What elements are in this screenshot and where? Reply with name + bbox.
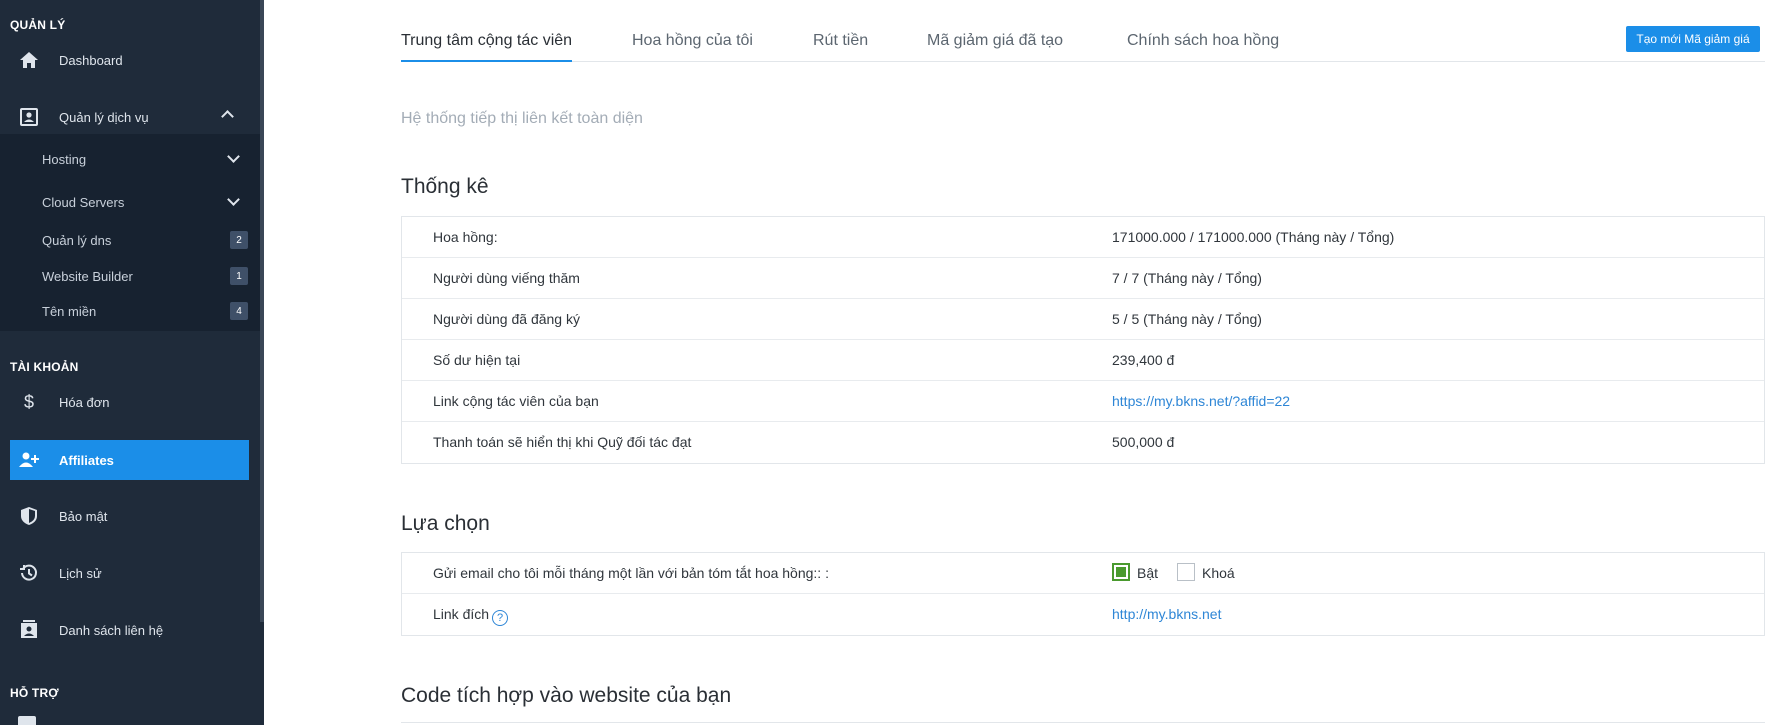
add-user-icon <box>18 449 40 471</box>
table-row: Người dùng đã đăng ký 5 / 5 (Tháng này /… <box>402 299 1764 340</box>
shield-icon <box>18 505 40 527</box>
section-title-support: HỖ TRỢ <box>10 686 59 700</box>
table-row: Link đích? http://my.bkns.net <box>402 594 1764 635</box>
count-badge: 2 <box>230 231 248 249</box>
affiliate-link[interactable]: https://my.bkns.net/?affid=22 <box>1112 393 1290 409</box>
section-title-manage: QUẢN LÝ <box>10 18 66 32</box>
row-value: 5 / 5 (Tháng này / Tổng) <box>1112 311 1262 327</box>
sidebar-item-label: Lịch sử <box>59 565 102 581</box>
row-label: Người dùng viếng thăm <box>433 270 580 286</box>
sidebar-item-contacts[interactable]: Danh sách liên hệ <box>0 610 260 650</box>
options-title: Lựa chọn <box>401 512 490 535</box>
checkbox-on-label: Bật <box>1137 565 1159 581</box>
tab-withdraw[interactable]: Rút tiền <box>813 32 868 62</box>
row-label: Thanh toán sẽ hiển thị khi Quỹ đối tác đ… <box>433 434 692 450</box>
sidebar-subitem-dns[interactable]: Quản lý dns 2 <box>42 225 250 255</box>
row-value: 7 / 7 (Tháng này / Tổng) <box>1112 270 1262 286</box>
table-row: Link cộng tác viên của bạn https://my.bk… <box>402 381 1764 422</box>
tab-bar: Trung tâm cộng tác viên Hoa hồng của tôi… <box>401 22 1765 62</box>
table-row: Gửi email cho tôi mỗi tháng một lần với … <box>402 553 1764 594</box>
sidebar-item-services[interactable]: Quản lý dịch vụ <box>0 97 260 137</box>
row-label: Số dư hiện tại <box>433 352 521 368</box>
target-link[interactable]: http://my.bkns.net <box>1112 606 1221 622</box>
services-submenu: Hosting Cloud Servers Quản lý dns 2 Webs… <box>0 134 260 331</box>
row-label: Hoa hồng: <box>433 229 498 245</box>
stats-table: Hoa hồng: 171000.000 / 171000.000 (Tháng… <box>401 216 1765 464</box>
embed-code-title: Code tích hợp vào website của bạn <box>401 684 732 707</box>
sidebar-item-label: Dashboard <box>59 52 123 68</box>
table-row: Người dùng viếng thăm 7 / 7 (Tháng này /… <box>402 258 1764 299</box>
contacts-icon <box>18 619 40 641</box>
sidebar-subitem-domains[interactable]: Tên miền 4 <box>42 296 250 326</box>
table-row: Hoa hồng: 171000.000 / 171000.000 (Tháng… <box>402 217 1764 258</box>
count-badge: 1 <box>230 267 248 285</box>
row-label-wrap: Link đích? <box>433 606 509 626</box>
main-content: Trung tâm cộng tác viên Hoa hồng của tôi… <box>264 0 1780 725</box>
chevron-down-icon[interactable] <box>227 193 240 206</box>
checkbox-off[interactable] <box>1177 563 1195 581</box>
sidebar-item-dashboard[interactable]: Dashboard <box>0 40 260 80</box>
account-box-icon <box>18 106 40 128</box>
sidebar-item-label: Danh sách liên hệ <box>59 622 164 638</box>
subitem-label: Hosting <box>42 151 87 167</box>
sidebar-item-label: Hóa đơn <box>59 394 110 410</box>
tab-my-commissions[interactable]: Hoa hồng của tôi <box>632 32 753 62</box>
dollar-icon: $ <box>23 391 34 412</box>
row-value: 500,000 đ <box>1112 434 1175 450</box>
checkbox-off-label: Khoá <box>1202 565 1235 581</box>
sidebar-item-label: Quản lý dịch vụ <box>59 109 149 125</box>
row-label: Link đích <box>433 606 490 622</box>
chevron-down-icon[interactable] <box>227 150 240 163</box>
subitem-label: Tên miền <box>42 303 97 319</box>
subitem-label: Cloud Servers <box>42 194 125 210</box>
sidebar-item-security[interactable]: Bảo mật <box>0 496 260 536</box>
row-label: Người dùng đã đăng ký <box>433 311 580 327</box>
sidebar-item-invoices[interactable]: $ Hóa đơn <box>0 382 260 422</box>
sidebar-item-history[interactable]: Lịch sử <box>0 553 260 593</box>
tab-commission-policy[interactable]: Chính sách hoa hồng <box>1127 32 1279 62</box>
sidebar-item-label: Bảo mật <box>59 508 108 524</box>
row-label: Link cộng tác viên của bạn <box>433 393 599 409</box>
checkbox-on[interactable] <box>1112 563 1130 581</box>
section-title-account: TÀI KHOẢN <box>10 360 79 374</box>
row-label: Gửi email cho tôi mỗi tháng một lần với … <box>433 565 829 581</box>
sidebar-subitem-website-builder[interactable]: Website Builder 1 <box>42 261 250 291</box>
table-row: Số dư hiện tại 239,400 đ <box>402 340 1764 381</box>
history-icon <box>18 562 40 584</box>
sidebar-subitem-cloud-servers[interactable]: Cloud Servers <box>42 187 250 217</box>
row-value: 239,400 đ <box>1112 352 1175 368</box>
page-subtitle: Hệ thống tiếp thị liên kết toàn diện <box>401 110 643 127</box>
create-coupon-button[interactable]: Tạo mới Mã giảm giá <box>1626 26 1760 52</box>
subitem-label: Website Builder <box>42 268 133 284</box>
home-icon <box>18 49 40 71</box>
sidebar: QUẢN LÝ Dashboard Quản lý dịch vụ Hostin… <box>0 0 264 725</box>
subitem-label: Quản lý dns <box>42 232 112 248</box>
sidebar-item-label: Affiliates <box>59 452 114 468</box>
support-icon <box>18 716 36 725</box>
tab-affiliate-center[interactable]: Trung tâm cộng tác viên <box>401 32 573 62</box>
count-badge: 4 <box>230 302 248 320</box>
row-value: 171000.000 / 171000.000 (Tháng này / Tổn… <box>1112 229 1395 245</box>
table-row: Thanh toán sẽ hiển thị khi Quỹ đối tác đ… <box>402 422 1764 463</box>
chevron-up-icon[interactable] <box>221 110 234 123</box>
sidebar-subitem-hosting[interactable]: Hosting <box>42 144 250 174</box>
divider <box>401 722 1765 723</box>
stats-title: Thống kê <box>401 175 489 198</box>
sidebar-item-affiliates[interactable]: Affiliates <box>10 440 249 480</box>
help-icon[interactable]: ? <box>492 610 509 626</box>
tab-coupons[interactable]: Mã giảm giá đã tạo <box>927 32 1063 62</box>
options-table: Gửi email cho tôi mỗi tháng một lần với … <box>401 552 1765 636</box>
